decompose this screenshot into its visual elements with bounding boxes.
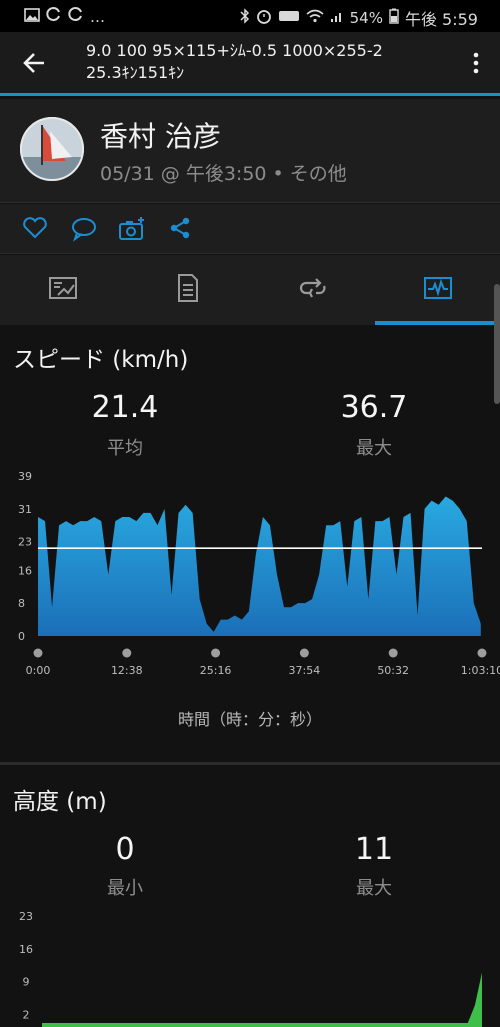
- activity-meta: 05/31 @ 午後3:50 • その他: [100, 163, 347, 185]
- altitude-chart[interactable]: 23 16 9 2: [0, 900, 500, 1027]
- status-bar: … 54% 午後 5:59: [0, 0, 500, 32]
- scrollbar-thumb[interactable]: [494, 284, 500, 404]
- back-arrow-icon[interactable]: [20, 48, 50, 78]
- status-left-icons: …: [24, 6, 105, 27]
- speed-section-title: スピード (km/h): [13, 347, 189, 373]
- activity-title-line1: 9.0 100 95×115+ｼﾑ-0.5 1000×255-2: [86, 41, 383, 60]
- speed-max-value: 36.7: [340, 390, 408, 425]
- comment-bubble-icon[interactable]: [70, 216, 98, 242]
- athlete-name[interactable]: 香村 治彦: [100, 115, 221, 155]
- add-photo-camera-icon[interactable]: [118, 216, 146, 242]
- activity-title: 9.0 100 95×115+ｼﾑ-0.5 1000×255-2 25.3ｷﾝ1…: [86, 40, 426, 84]
- tab-charts[interactable]: [375, 255, 500, 325]
- altitude-min-value: 0: [115, 832, 135, 867]
- speed-x-tick-dot: [477, 648, 487, 658]
- activity-header: 香村 治彦 05/31 @ 午後3:50 • その他: [0, 99, 500, 203]
- sync-icon: [68, 6, 84, 27]
- battery-icon: [389, 8, 399, 29]
- speed-y-tick-label: 16: [18, 564, 32, 577]
- speed-y-tick-label: 31: [18, 503, 32, 516]
- speed-x-tick-dot: [122, 648, 132, 658]
- speed-x-axis-title: 時間（時：分：秒）: [177, 710, 322, 729]
- speed-x-tick-dot: [211, 648, 221, 658]
- speed-chart[interactable]: 39 31 23 16 8 0 0:00 12:38 25:16 37:54 50:32 1:03:1…: [0, 460, 500, 690]
- laps-loop-icon: [298, 276, 328, 304]
- altitude-max-label: 最大: [356, 878, 392, 899]
- overflow-menu-icon[interactable]: [470, 50, 482, 76]
- speed-x-tick-dot: [299, 648, 309, 658]
- speed-series-area: [38, 496, 481, 636]
- altitude-min-label: 最小: [107, 878, 143, 899]
- social-actions: [0, 204, 500, 254]
- activity-title-line2: 25.3ｷﾝ151ｷﾝ: [86, 63, 185, 82]
- speed-y-tick-label: 8: [18, 597, 25, 610]
- like-heart-icon[interactable]: [22, 216, 50, 242]
- altitude-section-title: 高度 (m): [13, 789, 107, 815]
- image-icon: [24, 7, 40, 27]
- map-overview-icon: [48, 276, 78, 304]
- altitude-y-tick-label: 16: [19, 943, 33, 956]
- volte-icon: [278, 8, 300, 28]
- document-list-icon: [176, 273, 200, 307]
- alarm-icon: [256, 8, 272, 29]
- clock: 午後 5:59: [404, 10, 478, 29]
- speed-x-tick-label: 50:32: [377, 664, 409, 677]
- signal-icon: [330, 8, 344, 28]
- speed-y-tick-label: 39: [18, 470, 32, 483]
- speed-max-label: 最大: [356, 438, 392, 459]
- app-bar: 9.0 100 95×115+ｼﾑ-0.5 1000×255-2 25.3ｷﾝ1…: [0, 32, 500, 96]
- status-right-icons: 54% 午後 5:59: [240, 6, 478, 30]
- speed-x-tick-label: 37:54: [289, 664, 321, 677]
- more-notifications-icon: …: [90, 7, 105, 26]
- speed-x-tick-label: 1:03:10: [461, 664, 500, 677]
- speed-average-value: 21.4: [91, 390, 159, 425]
- speed-x-tick-dot: [388, 648, 398, 658]
- speed-y-tick-label: 23: [18, 536, 32, 549]
- speed-y-tick-label: 0: [18, 630, 25, 643]
- bluetooth-icon: [240, 7, 250, 29]
- avatar[interactable]: [20, 117, 84, 181]
- battery-percent: 54%: [349, 9, 383, 27]
- tab-selected-indicator: [375, 321, 500, 325]
- activity-tabs: [0, 255, 500, 325]
- altitude-y-tick-label: 2: [23, 1009, 30, 1022]
- speed-x-tick-dot: [33, 648, 43, 658]
- speed-average-label: 平均: [107, 438, 143, 459]
- altitude-y-tick-label: 9: [23, 976, 30, 989]
- altitude-series-area: [42, 972, 482, 1027]
- chart-pulse-icon: [423, 276, 453, 304]
- tab-overview[interactable]: [0, 255, 125, 325]
- speed-x-tick-label: 0:00: [26, 664, 51, 677]
- wifi-icon: [306, 8, 324, 28]
- tab-laps[interactable]: [250, 255, 375, 325]
- altitude-y-tick-label: 23: [19, 910, 33, 923]
- tab-details[interactable]: [125, 255, 250, 325]
- speed-x-tick-label: 12:38: [111, 664, 143, 677]
- speed-x-tick-label: 25:16: [200, 664, 232, 677]
- sync-icon: [46, 6, 62, 27]
- section-divider: [0, 762, 500, 765]
- share-icon[interactable]: [168, 216, 196, 242]
- altitude-max-value: 11: [354, 832, 394, 867]
